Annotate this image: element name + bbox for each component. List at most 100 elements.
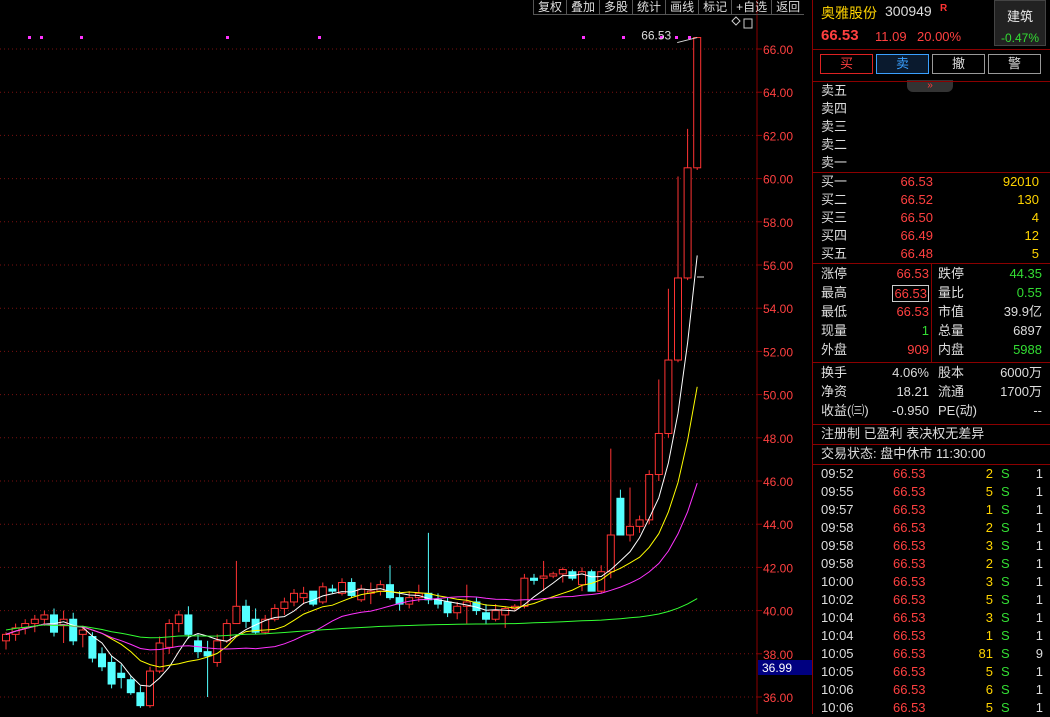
- candle[interactable]: [376, 584, 385, 592]
- toolbar-button[interactable]: 叠加: [566, 0, 600, 15]
- y-tick-label: 54.00: [763, 302, 793, 316]
- window-toggle-icon[interactable]: [743, 18, 753, 29]
- candle[interactable]: [664, 359, 673, 434]
- y-tick-label: 44.00: [763, 518, 793, 532]
- event-marker[interactable]: [80, 36, 83, 39]
- candle[interactable]: [107, 661, 116, 685]
- toolbar-button[interactable]: 复权: [533, 0, 567, 15]
- candle[interactable]: [347, 582, 356, 596]
- candle[interactable]: [626, 525, 634, 536]
- candle[interactable]: [309, 590, 318, 605]
- event-marker[interactable]: [688, 36, 691, 39]
- candle[interactable]: [539, 575, 548, 579]
- candle[interactable]: [453, 605, 462, 614]
- stat-label: 跌停: [938, 266, 965, 281]
- tick-side: S: [1001, 610, 1010, 625]
- candle[interactable]: [184, 614, 193, 635]
- stat-row: 外盘 909 内盘 5988: [821, 341, 1047, 359]
- candle[interactable]: [2, 633, 10, 642]
- bid-volume: 92010: [1002, 174, 1039, 189]
- event-marker[interactable]: [622, 36, 625, 39]
- candle[interactable]: [683, 167, 692, 279]
- event-marker[interactable]: [40, 36, 43, 39]
- stat-label: 涨停: [821, 266, 848, 281]
- toolbar-button[interactable]: 标记: [698, 0, 732, 15]
- candle[interactable]: [98, 653, 106, 668]
- bid-price: 66.49: [900, 228, 933, 243]
- tick-volume: 2: [985, 520, 993, 535]
- candle[interactable]: [174, 614, 183, 625]
- candle[interactable]: [328, 588, 337, 592]
- candle[interactable]: [30, 618, 39, 625]
- kline-chart[interactable]: 66.00 64.00 62.00 60.00 58.00 56.00 54.00 52.00…: [0, 0, 812, 714]
- toolbar-button[interactable]: +自选: [731, 0, 772, 15]
- candle[interactable]: [40, 614, 49, 620]
- candle[interactable]: [126, 679, 135, 694]
- candle[interactable]: [242, 605, 250, 622]
- ask-row: 卖五: [821, 82, 1047, 100]
- tick-price: 66.53: [893, 592, 926, 607]
- last-price: 66.53: [821, 27, 859, 44]
- diamond-marker-icon[interactable]: [731, 16, 741, 26]
- event-marker[interactable]: [675, 36, 678, 39]
- candle[interactable]: [654, 432, 663, 476]
- candle[interactable]: [635, 519, 644, 527]
- cursor-price-label: 36.99: [762, 661, 792, 675]
- candle[interactable]: [587, 571, 596, 592]
- candle[interactable]: [606, 534, 615, 573]
- tick-volume: 5: [985, 700, 993, 715]
- alert-button[interactable]: 警: [988, 54, 1041, 74]
- ma5-line: [5, 255, 698, 687]
- buy-button[interactable]: 买: [820, 54, 873, 74]
- tick-price: 66.53: [893, 682, 926, 697]
- candle[interactable]: [165, 623, 174, 648]
- candle[interactable]: [280, 601, 289, 609]
- sector-button[interactable]: 建筑 -0.47%: [994, 0, 1046, 46]
- stat-value: 66.53: [896, 266, 929, 281]
- tick-count: 1: [1035, 664, 1043, 679]
- event-marker[interactable]: [582, 36, 585, 39]
- cancel-order-button[interactable]: 撤: [932, 54, 985, 74]
- candle[interactable]: [290, 592, 298, 603]
- candle[interactable]: [443, 601, 452, 614]
- candle[interactable]: [491, 610, 500, 620]
- candle[interactable]: [674, 277, 682, 361]
- candle[interactable]: [117, 672, 126, 679]
- tick-row: 09:52 66.53 2 S 1: [821, 465, 1047, 483]
- candle[interactable]: [299, 592, 308, 599]
- toolbar-button[interactable]: 返回: [771, 0, 805, 15]
- tick-price: 66.53: [893, 574, 926, 589]
- candle[interactable]: [69, 618, 78, 642]
- candle[interactable]: [616, 497, 625, 536]
- candle[interactable]: [203, 651, 212, 657]
- bid-price: 66.48: [900, 246, 933, 261]
- tick-count: 1: [1035, 574, 1043, 589]
- price-change-pct: 20.00%: [917, 29, 962, 44]
- sector-pct: -0.47%: [1000, 31, 1040, 45]
- sell-button[interactable]: 卖: [876, 54, 929, 74]
- candle[interactable]: [222, 623, 231, 642]
- candle[interactable]: [549, 573, 558, 577]
- candle[interactable]: [501, 607, 510, 616]
- event-marker[interactable]: [28, 36, 31, 39]
- toolbar-button[interactable]: 多股: [599, 0, 633, 15]
- candle[interactable]: [530, 577, 538, 581]
- candle[interactable]: [693, 37, 702, 169]
- toolbar-button[interactable]: 画线: [665, 0, 699, 15]
- event-marker[interactable]: [226, 36, 229, 39]
- candle[interactable]: [318, 586, 327, 603]
- toolbar-button[interactable]: 统计: [632, 0, 666, 15]
- candle[interactable]: [558, 569, 567, 575]
- candle[interactable]: [482, 612, 490, 620]
- candle[interactable]: [88, 636, 97, 659]
- y-tick-label: 42.00: [763, 561, 793, 575]
- y-tick-label: 48.00: [763, 432, 793, 446]
- event-marker[interactable]: [318, 36, 321, 39]
- kline-chart-area[interactable]: 66.00 64.00 62.00 60.00 58.00 56.00 54.00 52.00…: [0, 0, 812, 714]
- tick-side: S: [1001, 682, 1010, 697]
- candle[interactable]: [136, 692, 145, 707]
- stat-value: 1700万: [1000, 384, 1042, 399]
- candle[interactable]: [78, 629, 87, 635]
- candle[interactable]: [232, 605, 241, 625]
- candle[interactable]: [146, 670, 154, 707]
